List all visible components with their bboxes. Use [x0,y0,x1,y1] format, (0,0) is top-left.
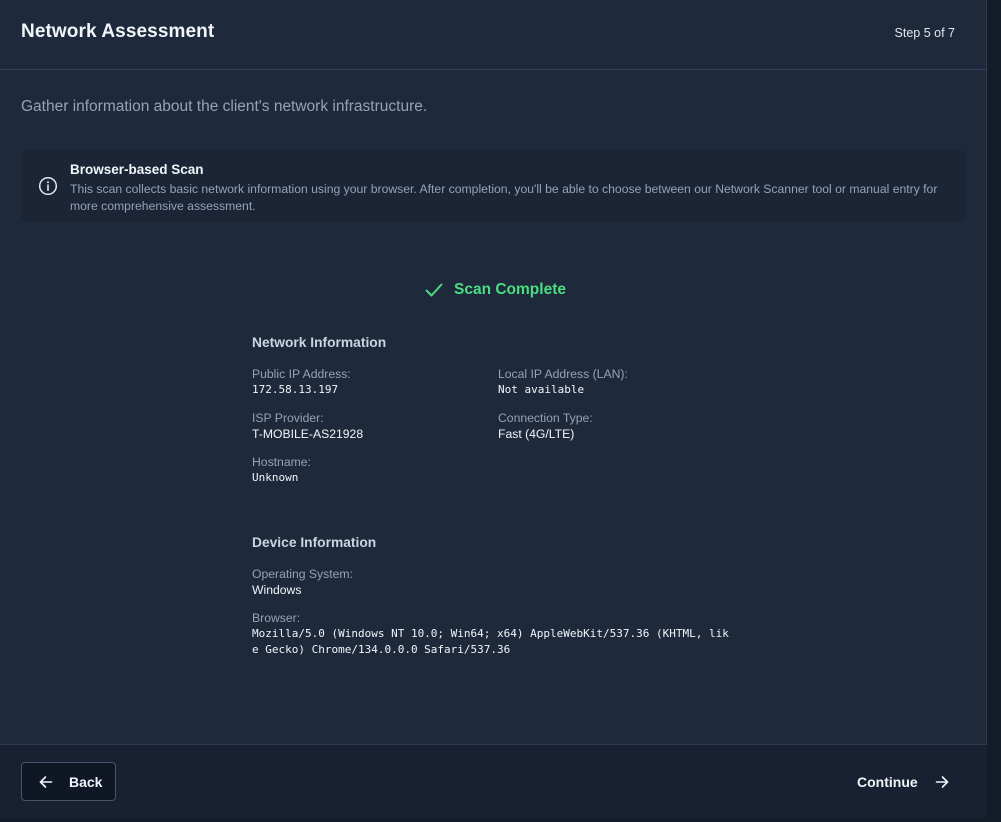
page-title: Network Assessment [21,21,215,42]
connection-type-field: Connection Type: Fast (4G/LTE) [498,410,593,442]
continue-button-label: Continue [857,773,918,790]
browser-value: Mozilla/5.0 (Windows NT 10.0; Win64; x64… [252,627,729,656]
os-label: Operating System: [252,567,353,581]
scan-status-label: Scan Complete [454,281,566,298]
isp-field: ISP Provider: T-MOBILE-AS21928 [252,410,363,442]
back-button-label: Back [69,773,103,790]
header: Network Assessment Step 5 of 7 [0,0,987,70]
connection-type-label: Connection Type: [498,411,593,425]
public-ip-field: Public IP Address: 172.58.13.197 [252,366,351,398]
back-button[interactable]: Back [21,762,116,801]
page-subtitle: Gather information about the client's ne… [21,98,428,115]
continue-button[interactable]: Continue [847,762,957,801]
arrow-right-icon [935,775,948,788]
isp-label: ISP Provider: [252,411,324,425]
scan-status: Scan Complete [424,279,566,301]
device-info-title: Device Information [252,535,377,550]
info-circle-icon [38,176,58,196]
window-edge-right [987,0,1001,822]
public-ip-value: 172.58.13.197 [252,383,339,396]
assessment-card: Network Assessment Step 5 of 7 Gather in… [0,0,987,818]
hostname-label: Hostname: [252,455,311,469]
public-ip-label: Public IP Address: [252,367,351,381]
footer: Back Continue [0,744,987,818]
info-callout: Browser-based Scan This scan collects ba… [21,150,966,222]
connection-type-value: Fast (4G/LTE) [498,427,575,441]
local-ip-field: Local IP Address (LAN): Not available [498,366,628,398]
network-info-title: Network Information [252,335,387,350]
hostname-value: Unknown [252,471,299,484]
browser-label: Browser: [252,611,301,625]
hostname-field: Hostname: Unknown [252,454,311,486]
arrow-left-icon [39,775,53,788]
window-edge-bottom [0,818,1001,822]
browser-field: Browser: Mozilla/5.0 (Windows NT 10.0; W… [252,610,732,658]
local-ip-value: Not available [498,383,585,396]
os-field: Operating System: Windows [252,566,353,598]
os-value: Windows [252,583,302,597]
info-title: Browser-based Scan [70,162,204,177]
check-icon [425,283,443,297]
local-ip-label: Local IP Address (LAN): [498,367,628,381]
info-text: This scan collects basic network informa… [70,182,938,213]
step-indicator: Step 5 of 7 [894,26,955,40]
isp-value: T-MOBILE-AS21928 [252,427,364,441]
